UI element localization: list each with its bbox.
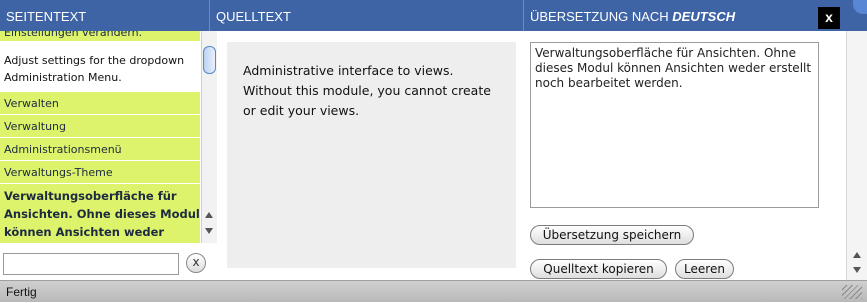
close-button[interactable]: x (818, 7, 840, 29)
list-item-label: Adjust settings for the dropdown Adminis… (4, 54, 185, 84)
scroll-up-arrow-icon[interactable] (205, 212, 213, 218)
page-scroll-up-arrow-icon[interactable] (853, 252, 861, 258)
list-item-label: Verwaltung (4, 120, 66, 133)
header-translation-language: DEUTSCH (672, 9, 736, 24)
source-text-panel: Administrative interface to views. Witho… (227, 42, 516, 268)
translation-textarea[interactable]: Verwaltungsoberfläche für Ansichten. Ohn… (530, 42, 819, 208)
copy-source-button[interactable]: Quelltext kopieren (530, 259, 667, 279)
list-item-label: Einstellungen verändern. (4, 31, 143, 39)
header-translation-label: ÜBERSETZUNG NACH (530, 9, 673, 24)
list-item[interactable]: Einstellungen verändern. (0, 31, 200, 42)
search-input[interactable] (3, 253, 179, 275)
clear-icon: x (192, 255, 200, 269)
page-scroll-down-arrow-icon[interactable] (853, 267, 861, 273)
copy-source-label: Quelltext kopieren (543, 262, 654, 276)
list-item[interactable]: Verwalten (0, 92, 200, 115)
header-source-text-label: QUELLTEXT (216, 9, 291, 24)
translation-text: Verwaltungsoberfläche für Ansichten. Ohn… (535, 46, 812, 90)
string-list[interactable]: Einstellungen verändern. Adjust settings… (0, 31, 218, 243)
clear-search-button[interactable]: x (186, 253, 206, 273)
list-item-selected[interactable]: Adjust settings for the dropdown Adminis… (0, 47, 200, 93)
list-scrollbar-thumb[interactable] (203, 46, 216, 74)
list-item-label: Administrationsmenü (4, 143, 122, 156)
scroll-down-arrow-icon[interactable] (205, 228, 213, 234)
list-item-label: Verwalten (4, 97, 59, 110)
status-bar: Fertig (0, 280, 867, 302)
header-source-text: QUELLTEXT (210, 0, 524, 31)
list-item[interactable]: Verwaltungs-Theme (0, 161, 200, 184)
save-translation-label: Übersetzung speichern (542, 228, 682, 242)
close-icon: x (825, 9, 833, 25)
list-item[interactable]: Verwaltung (0, 115, 200, 138)
header-page-text-label: SEITENTEXT (6, 9, 87, 24)
source-text: Administrative interface to views. Witho… (243, 63, 491, 118)
resize-grip-icon[interactable] (842, 285, 862, 299)
list-item[interactable]: Administrationsmenü (0, 138, 200, 161)
list-scrollbar[interactable] (201, 31, 217, 243)
clear-translation-button[interactable]: Leeren (675, 259, 734, 279)
save-translation-button[interactable]: Übersetzung speichern (530, 225, 694, 245)
header-page-text: SEITENTEXT (0, 0, 210, 31)
list-item-label: Verwaltungs-Theme (4, 166, 113, 179)
clear-translation-label: Leeren (684, 262, 725, 276)
page-scrollbar[interactable] (846, 31, 867, 280)
list-item[interactable]: Verwaltungsoberfläche für Ansichten. Ohn… (0, 184, 200, 243)
header-translation: ÜBERSETZUNG NACH DEUTSCH (524, 0, 842, 31)
status-text: Fertig (6, 285, 37, 299)
list-item-label: Verwaltungsoberfläche für Ansichten. Ohn… (4, 189, 200, 239)
